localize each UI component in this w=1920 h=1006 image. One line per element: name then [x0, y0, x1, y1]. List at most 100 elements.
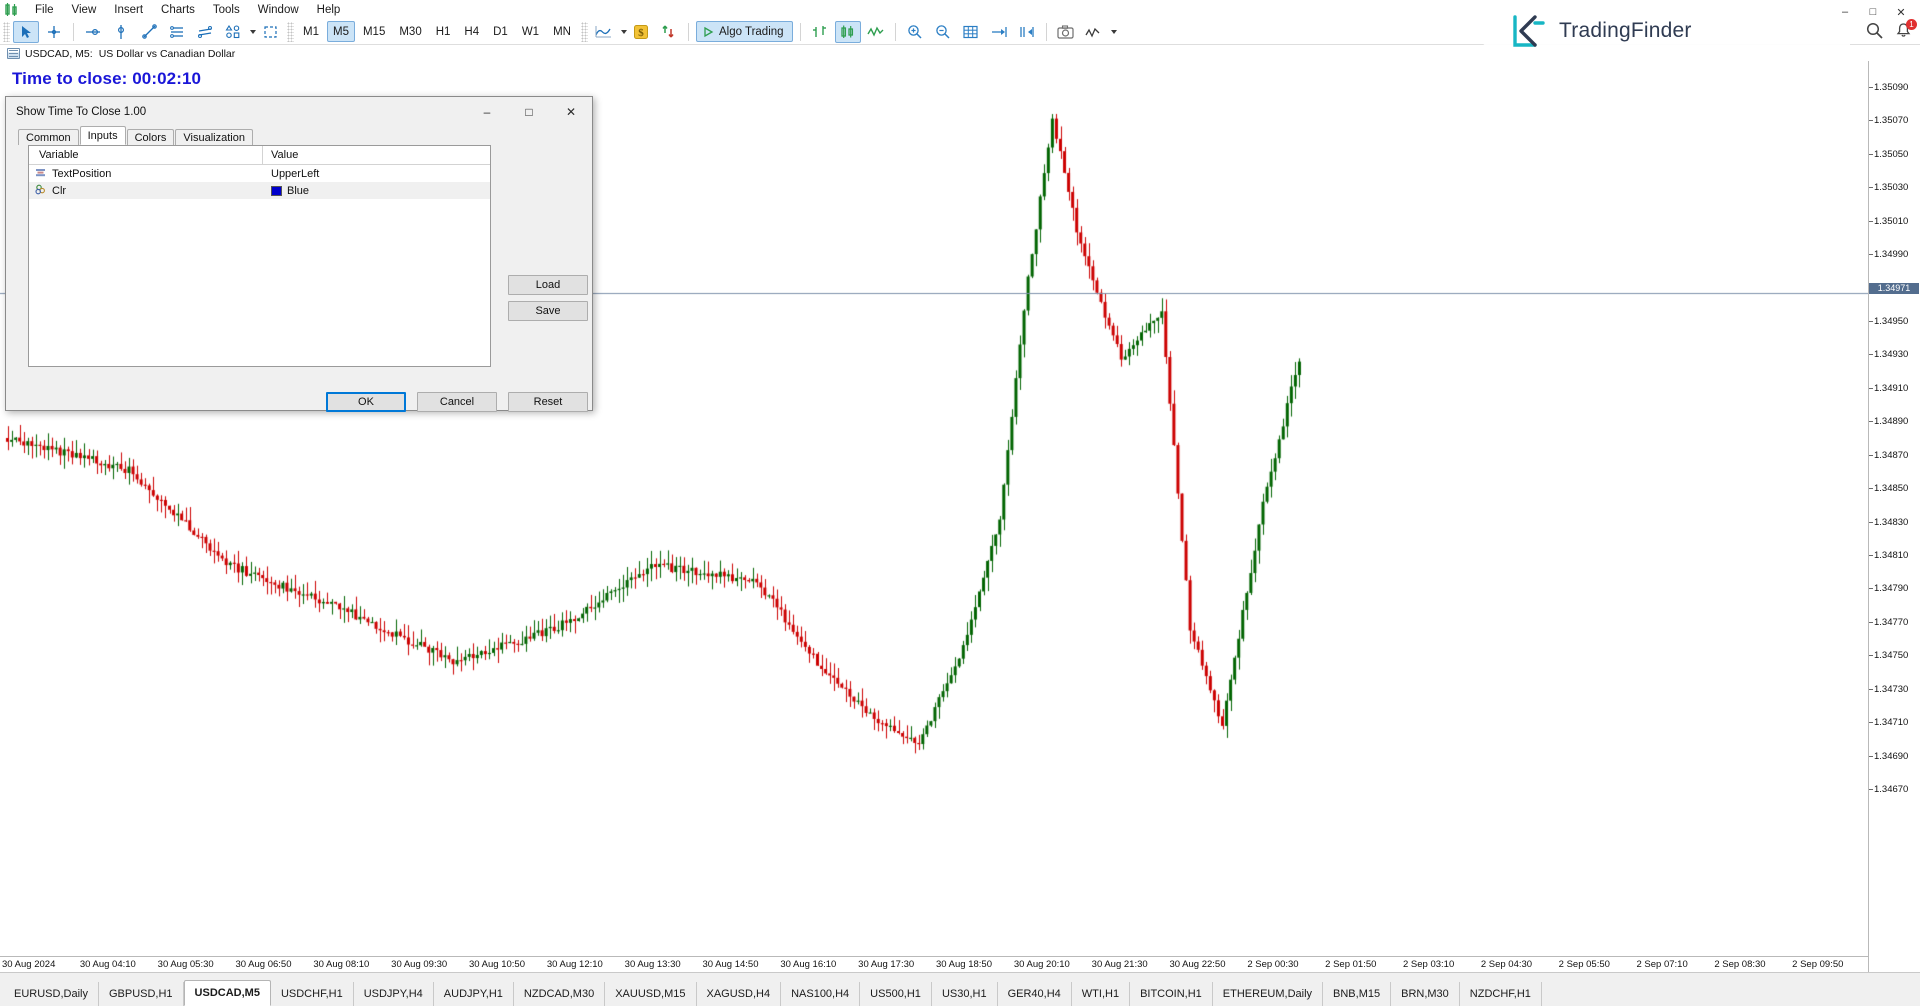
trendline-icon[interactable]: [136, 21, 162, 43]
chart-tab-us30-h1[interactable]: US30,H1: [932, 982, 998, 1006]
color-swatch[interactable]: [271, 186, 282, 196]
menu-item-insert[interactable]: Insert: [105, 0, 152, 19]
chart-tab-bnb-m15[interactable]: BNB,M15: [1323, 982, 1391, 1006]
toolbar-grip[interactable]: [3, 22, 10, 42]
variable-value-textposition[interactable]: UpperLeft: [271, 168, 319, 180]
price-tick: [1869, 555, 1873, 556]
zoom-in-icon[interactable]: [902, 21, 928, 43]
notification-bell-icon[interactable]: 1: [1895, 22, 1912, 44]
time-tick-label: 2 Sep 03:10: [1403, 959, 1454, 970]
menu-item-tools[interactable]: Tools: [204, 0, 249, 19]
cancel-button[interactable]: Cancel: [417, 392, 497, 412]
zoom-out-icon[interactable]: [930, 21, 956, 43]
menu-item-view[interactable]: View: [63, 0, 106, 19]
chart-tab-nas100-h4[interactable]: NAS100,H4: [781, 982, 860, 1006]
chart-shift-icon[interactable]: [986, 21, 1012, 43]
shapes-dropdown-icon[interactable]: [250, 30, 256, 34]
variable-value-clr[interactable]: Blue: [287, 185, 309, 197]
camera-icon[interactable]: [1053, 21, 1079, 43]
chart-type-dropdown-icon[interactable]: [621, 30, 627, 34]
price-tick: [1869, 321, 1873, 322]
timeframe-m30[interactable]: M30: [393, 21, 427, 42]
ok-button[interactable]: OK: [326, 392, 406, 412]
price-scale[interactable]: 1.350901.350701.350501.350301.350101.349…: [1868, 61, 1920, 972]
price-tick: [1869, 522, 1873, 523]
bar-chart-icon[interactable]: [807, 21, 833, 43]
window-maximize-button[interactable]: □: [1860, 3, 1886, 21]
timeframe-d1[interactable]: D1: [487, 21, 514, 42]
indicator-properties-dialog[interactable]: Show Time To Close 1.00 – □ ✕ Common Inp…: [5, 96, 593, 411]
time-tick-label: 2 Sep 01:50: [1325, 959, 1376, 970]
window-minimize-button[interactable]: –: [1832, 3, 1858, 21]
menu-item-window[interactable]: Window: [249, 0, 308, 19]
candlestick-icon[interactable]: [835, 21, 861, 43]
reset-button[interactable]: Reset: [508, 392, 588, 412]
shapes-icon[interactable]: [220, 21, 246, 43]
cursor-icon[interactable]: [13, 21, 39, 43]
toolbar-grip-timeframes[interactable]: [287, 22, 294, 42]
tab-inputs[interactable]: Inputs: [80, 126, 126, 145]
chart-tab-usdjpy-h4[interactable]: USDJPY,H4: [354, 982, 434, 1006]
chart-tab-bitcoin-h1[interactable]: BITCOIN,H1: [1130, 982, 1213, 1006]
new-order-icon[interactable]: [656, 21, 682, 43]
price-tick-label: 1.34710: [1874, 717, 1908, 728]
vertical-line-icon[interactable]: [108, 21, 134, 43]
dialog-title-bar[interactable]: Show Time To Close 1.00 – □ ✕: [6, 97, 592, 127]
table-row[interactable]: TextPosition UpperLeft: [29, 165, 490, 182]
algo-trading-button[interactable]: Algo Trading: [696, 21, 793, 42]
chart-tab-xauusd-m15[interactable]: XAUUSD,M15: [605, 982, 696, 1006]
timeframe-w1[interactable]: W1: [516, 21, 545, 42]
timeframe-h1[interactable]: H1: [430, 21, 457, 42]
line-chart-mode-icon[interactable]: [863, 21, 889, 43]
dialog-maximize-button[interactable]: □: [508, 98, 550, 127]
chart-tab-brn-m30[interactable]: BRN,M30: [1391, 982, 1460, 1006]
dialog-close-button[interactable]: ✕: [550, 98, 592, 127]
horizontal-line-icon[interactable]: [80, 21, 106, 43]
search-icon[interactable]: [1866, 22, 1883, 44]
timeframe-m15[interactable]: M15: [357, 21, 391, 42]
equidistant-channel-icon[interactable]: [164, 21, 190, 43]
fibonacci-icon[interactable]: [192, 21, 218, 43]
grid-icon[interactable]: [958, 21, 984, 43]
chart-tab-xagusd-h4[interactable]: XAGUSD,H4: [697, 982, 782, 1006]
chart-window-icon: [7, 48, 20, 59]
text-label-icon[interactable]: [257, 21, 283, 43]
timeframe-h4[interactable]: H4: [458, 21, 485, 42]
color-variable-icon: [35, 184, 46, 198]
table-row[interactable]: Clr Blue: [29, 182, 490, 199]
timeframe-m1[interactable]: M1: [297, 21, 325, 42]
menu-item-help[interactable]: Help: [308, 0, 350, 19]
save-button[interactable]: Save: [508, 301, 588, 321]
menu-item-file[interactable]: File: [26, 0, 63, 19]
inputs-grid[interactable]: Variable Value TextPosition UpperLeft: [28, 145, 491, 367]
price-tick: [1869, 154, 1873, 155]
currency-icon[interactable]: $: [628, 21, 654, 43]
indicators-icon[interactable]: [1081, 21, 1107, 43]
dialog-minimize-button[interactable]: –: [466, 98, 508, 127]
chart-tab-audjpy-h1[interactable]: AUDJPY,H1: [434, 982, 514, 1006]
crosshair-icon[interactable]: [41, 21, 67, 43]
chart-tab-usdcad-m5[interactable]: USDCAD,M5: [184, 980, 271, 1006]
timeframe-m5[interactable]: M5: [327, 21, 355, 42]
tab-colors[interactable]: Colors: [127, 129, 175, 145]
chart-tab-gbpusd-h1[interactable]: GBPUSD,H1: [99, 982, 184, 1006]
timeframe-mn[interactable]: MN: [547, 21, 577, 42]
chart-tab-us500-h1[interactable]: US500,H1: [860, 982, 932, 1006]
load-button[interactable]: Load: [508, 275, 588, 295]
chart-tab-usdchf-h1[interactable]: USDCHF,H1: [271, 982, 354, 1006]
tradingfinder-logo-icon: [1505, 9, 1549, 53]
tab-visualization[interactable]: Visualization: [175, 129, 253, 145]
chart-tab-nzdchf-h1[interactable]: NZDCHF,H1: [1460, 982, 1542, 1006]
chart-tab-ethereum-daily[interactable]: ETHEREUM,Daily: [1213, 982, 1323, 1006]
chart-tab-eurusd-daily[interactable]: EURUSD,Daily: [4, 982, 99, 1006]
line-chart-icon[interactable]: [591, 21, 617, 43]
indicators-dropdown-icon[interactable]: [1111, 30, 1117, 34]
chart-tab-ger40-h4[interactable]: GER40,H4: [998, 982, 1072, 1006]
menu-item-charts[interactable]: Charts: [152, 0, 204, 19]
auto-scroll-icon[interactable]: [1014, 21, 1040, 43]
time-scale[interactable]: 30 Aug 202430 Aug 04:1030 Aug 05:3030 Au…: [0, 956, 1868, 972]
toolbar-grip-trade[interactable]: [581, 22, 588, 42]
chart-tab-wti-h1[interactable]: WTI,H1: [1072, 982, 1130, 1006]
chart-tab-nzdcad-m30[interactable]: NZDCAD,M30: [514, 982, 605, 1006]
tab-common[interactable]: Common: [18, 129, 79, 145]
